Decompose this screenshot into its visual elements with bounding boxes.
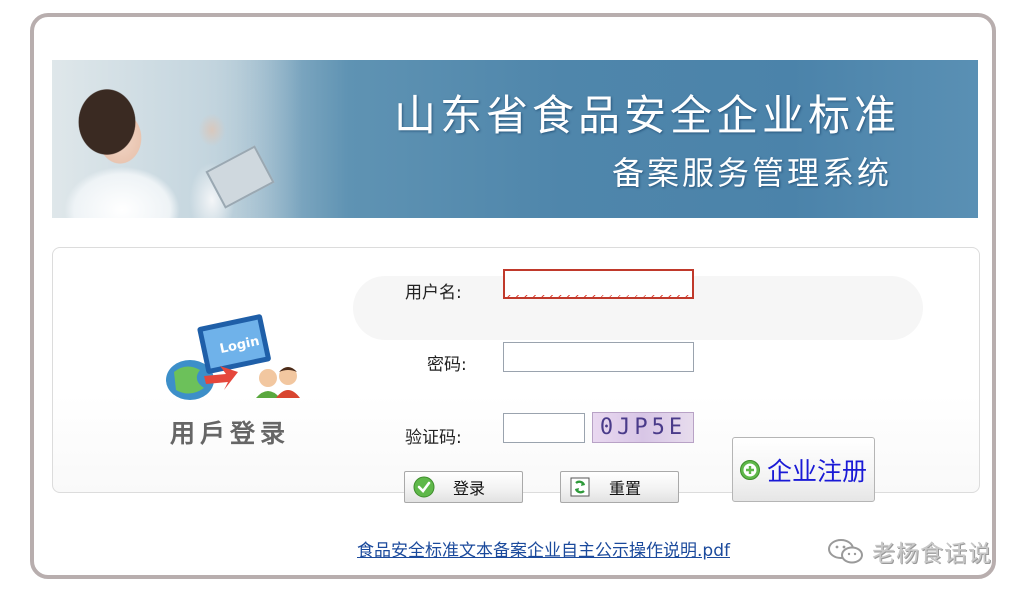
reset-button[interactable]: 重置 [560, 471, 679, 503]
system-title-line1: 山东省食品安全企业标准 [393, 91, 900, 140]
login-caption: 用戶登录 [170, 419, 291, 448]
username-input[interactable] [503, 269, 694, 299]
password-input[interactable] [503, 342, 694, 372]
header-banner: 山东省食品安全企业标准 备案服务管理系统 [52, 60, 978, 218]
check-circle-icon [413, 476, 435, 498]
login-button[interactable]: 登录 [404, 471, 523, 503]
captcha-label: 验证码: [405, 428, 462, 448]
reset-button-label: 重置 [609, 479, 642, 498]
password-label: 密码: [427, 355, 467, 375]
login-illustration-icon: Login [166, 314, 300, 400]
instructions-pdf-link[interactable]: 食品安全标准文本备案企业自主公示操作说明.pdf [357, 536, 730, 561]
plus-circle-icon [740, 459, 760, 480]
register-button-label: 企业注册 [767, 456, 868, 486]
username-label: 用户名: [405, 283, 462, 303]
login-button-label: 登录 [453, 479, 486, 498]
captcha-input[interactable] [503, 413, 585, 443]
wechat-icon [828, 539, 863, 564]
wechat-watermark: 老杨食话说 [826, 534, 992, 568]
register-button[interactable]: 企业注册 [732, 437, 875, 502]
refresh-icon [570, 477, 590, 497]
system-title-line2: 备案服务管理系统 [611, 154, 892, 192]
captcha-image[interactable]: 0JP5E [592, 412, 694, 443]
watermark-text: 老杨食话说 [872, 541, 992, 567]
banner-photo-lab-worker [52, 60, 302, 218]
